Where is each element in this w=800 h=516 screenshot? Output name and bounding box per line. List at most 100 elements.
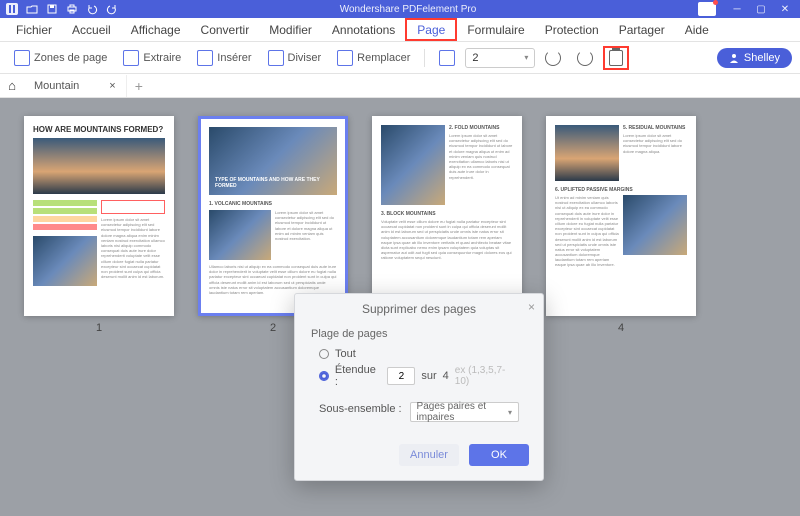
menubar: Fichier Accueil Affichage Convertir Modi…: [0, 18, 800, 42]
menu-annotations[interactable]: Annotations: [322, 18, 405, 41]
thumb3-h1: 2. FOLD MOUNTAINS: [449, 125, 513, 131]
thumb4-image-2: [623, 195, 687, 255]
total-label: 4: [443, 370, 449, 382]
menu-convertir[interactable]: Convertir: [191, 18, 260, 41]
page-rect-icon: [439, 50, 455, 66]
page-thumb-1[interactable]: HOW ARE MOUNTAINS FORMED? Lorem ipsum do…: [24, 116, 174, 316]
insert-icon: [197, 50, 213, 66]
maximize-button[interactable]: ▢: [750, 1, 772, 17]
close-tab-icon[interactable]: ×: [109, 80, 115, 92]
range-hint: ex (1,3,5,7-10): [455, 365, 519, 387]
subset-value: Pages paires et impaires: [417, 401, 508, 423]
thumb4-h2: 6. UPLIFTED PASSIVE MARGINS: [555, 187, 687, 193]
replace-icon: [337, 50, 353, 66]
delete-highlight: [603, 46, 629, 70]
dialog-close-button[interactable]: ×: [528, 300, 535, 314]
save-icon[interactable]: [46, 3, 58, 15]
radio-range-row[interactable]: Étendue : sur 4 ex (1,3,5,7-10): [311, 362, 527, 390]
zones-button[interactable]: Zones de page: [8, 47, 113, 69]
split-icon: [268, 50, 284, 66]
replace-label: Remplacer: [357, 52, 410, 64]
menu-fichier[interactable]: Fichier: [6, 18, 62, 41]
split-button[interactable]: Diviser: [262, 47, 328, 69]
page-thumb-3[interactable]: 2. FOLD MOUNTAINS Lorem ipsum dolor sit …: [372, 116, 522, 316]
chevron-down-icon: ▾: [508, 408, 512, 417]
minimize-button[interactable]: ─: [726, 1, 748, 17]
page-number-select[interactable]: 2▾: [465, 48, 535, 68]
dialog-title: Supprimer des pages ×: [295, 294, 543, 322]
thumb1-image: [33, 138, 165, 194]
menu-protection[interactable]: Protection: [535, 18, 609, 41]
thumb3-h2: 3. BLOCK MOUNTAINS: [381, 211, 513, 217]
menu-formulaire[interactable]: Formulaire: [457, 18, 534, 41]
page-thumb-4[interactable]: 5. RESIDUAL MOUNTAINS Lorem ipsum dolor …: [546, 116, 696, 316]
menu-affichage[interactable]: Affichage: [121, 18, 191, 41]
menu-page[interactable]: Page: [405, 18, 457, 41]
thumb1-title: HOW ARE MOUNTAINS FORMED?: [33, 125, 165, 134]
thumb4-text-2: Ut enim ad minim veniam quis nostrud exe…: [555, 195, 619, 268]
menu-partager[interactable]: Partager: [609, 18, 675, 41]
rotate-left-icon: [545, 50, 561, 66]
thumb2-text-2: Ullamco laboris nisi ut aliquip ex ea co…: [209, 264, 337, 295]
replace-button[interactable]: Remplacer: [331, 47, 416, 69]
extract-icon: [123, 50, 139, 66]
dialog-section-label: Plage de pages: [311, 328, 527, 340]
thumb1-text: Lorem ipsum dolor sit amet consectetur a…: [101, 217, 165, 279]
mail-icon[interactable]: [698, 2, 716, 16]
radio-range[interactable]: [319, 371, 329, 381]
delete-pages-dialog: Supprimer des pages × Plage de pages Tou…: [294, 293, 544, 481]
page-thumb-1-wrap: HOW ARE MOUNTAINS FORMED? Lorem ipsum do…: [24, 116, 174, 334]
page-thumbnails-workspace: HOW ARE MOUNTAINS FORMED? Lorem ipsum do…: [0, 98, 800, 516]
separator: [424, 49, 425, 67]
open-icon[interactable]: [26, 3, 38, 15]
user-name: Shelley: [744, 52, 780, 64]
radio-all[interactable]: [319, 349, 329, 359]
subset-label: Sous-ensemble :: [319, 403, 402, 415]
zones-icon: [14, 50, 30, 66]
page-label-2: 2: [270, 322, 276, 334]
thumb1-image-2: [33, 236, 97, 286]
add-tab-button[interactable]: +: [127, 78, 151, 94]
thumb4-h1: 5. RESIDUAL MOUNTAINS: [623, 125, 687, 131]
redo-icon[interactable]: [106, 3, 118, 15]
page-rect-button[interactable]: [433, 47, 461, 69]
document-tab[interactable]: Mountain ×: [24, 75, 127, 97]
rotate-right-icon: [577, 50, 593, 66]
thumb2-subhead: 1. VOLCANIC MOUNTAINS: [209, 201, 337, 207]
ok-button[interactable]: OK: [469, 444, 529, 466]
menu-modifier[interactable]: Modifier: [259, 18, 322, 41]
menu-aide[interactable]: Aide: [675, 18, 719, 41]
rotate-left-button[interactable]: [539, 47, 567, 69]
delete-page-button[interactable]: [609, 50, 623, 66]
range-input[interactable]: [387, 367, 415, 385]
insert-button[interactable]: Insérer: [191, 47, 257, 69]
trash-icon: [609, 50, 623, 66]
menu-accueil[interactable]: Accueil: [62, 18, 121, 41]
titlebar: Wondershare PDFelement Pro ─ ▢ ✕: [0, 0, 800, 18]
app-logo-icon: [6, 3, 18, 15]
close-window-button[interactable]: ✕: [774, 1, 796, 17]
home-tab[interactable]: ⌂: [0, 78, 24, 93]
print-icon[interactable]: [66, 3, 78, 15]
extract-button[interactable]: Extraire: [117, 47, 187, 69]
thumb3-text-2: Voluptate velit esse cillum dolore eu fu…: [381, 219, 513, 261]
cancel-button[interactable]: Annuler: [399, 444, 459, 466]
undo-icon[interactable]: [86, 3, 98, 15]
page-thumb-2[interactable]: TYPE OF MOUNTAINS AND HOW ARE THEY FORME…: [198, 116, 348, 316]
rotate-right-button[interactable]: [571, 47, 599, 69]
window-title: Wondershare PDFelement Pro: [118, 4, 698, 15]
page-number-value: 2: [472, 52, 478, 64]
radio-all-row[interactable]: Tout: [311, 346, 527, 362]
thumb4-text: Lorem ipsum dolor sit amet consectetur a…: [623, 133, 687, 154]
radio-all-label: Tout: [335, 348, 356, 360]
chevron-down-icon: ▾: [524, 53, 528, 62]
thumb2-image-2: [209, 210, 271, 260]
user-pill[interactable]: Shelley: [717, 48, 792, 68]
radio-range-label: Étendue :: [335, 364, 381, 388]
insert-label: Insérer: [217, 52, 251, 64]
subset-select[interactable]: Pages paires et impaires ▾: [410, 402, 519, 422]
thumb2-text: Lorem ipsum dolor sit amet consectetur a…: [275, 210, 337, 260]
thumb3-image: [381, 125, 445, 205]
thumb2-caption: TYPE OF MOUNTAINS AND HOW ARE THEY FORME…: [215, 177, 337, 189]
dialog-title-text: Supprimer des pages: [362, 302, 476, 316]
